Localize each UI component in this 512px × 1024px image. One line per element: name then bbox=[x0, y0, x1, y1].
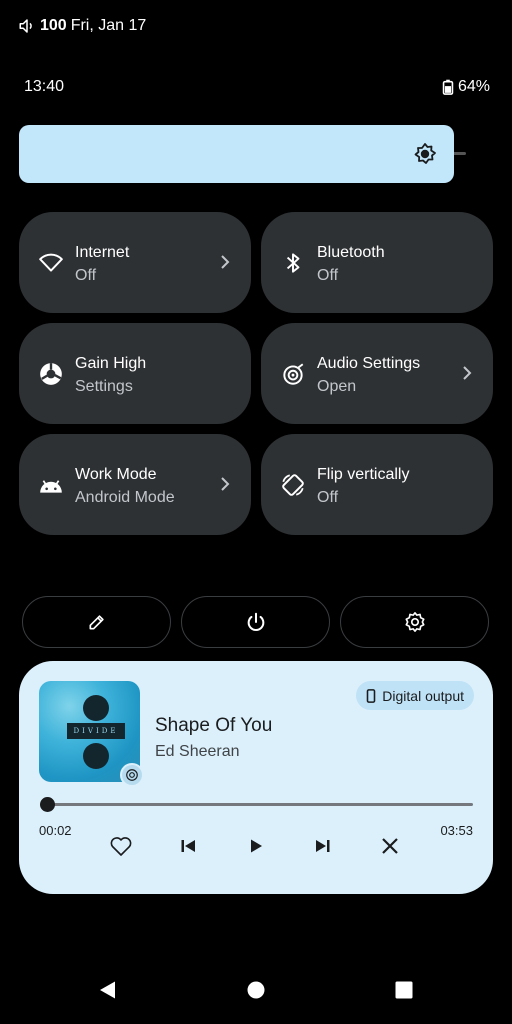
like-button[interactable] bbox=[108, 833, 134, 859]
tile-audio-settings[interactable]: Audio Settings Open bbox=[261, 323, 493, 424]
album-title-text: DIVIDE bbox=[67, 723, 125, 739]
tile-subtitle: Off bbox=[317, 267, 339, 284]
wifi-icon bbox=[39, 253, 63, 272]
play-button[interactable] bbox=[243, 833, 269, 859]
tile-title: Bluetooth bbox=[317, 244, 385, 261]
next-button[interactable] bbox=[310, 833, 336, 859]
tile-internet[interactable]: Internet Off bbox=[19, 212, 251, 313]
edit-button[interactable] bbox=[22, 596, 171, 648]
output-device-label: Digital output bbox=[382, 687, 464, 704]
date-text: Fri, Jan 17 bbox=[70, 17, 147, 34]
status-bar-top: 100 Fri, Jan 17 bbox=[18, 17, 146, 35]
phone-icon bbox=[366, 688, 376, 703]
app-icon bbox=[126, 769, 138, 781]
volume-icon bbox=[19, 19, 32, 33]
tile-subtitle: Open bbox=[317, 378, 357, 395]
power-icon bbox=[247, 612, 264, 631]
home-icon bbox=[247, 981, 265, 999]
source-app-badge bbox=[120, 763, 144, 787]
settings-button[interactable] bbox=[340, 596, 489, 648]
clock: 13:40 bbox=[24, 78, 65, 95]
media-player-card[interactable]: DIVIDE Digital output Shape Of You Ed Sh… bbox=[19, 661, 493, 894]
total-duration: 03:53 bbox=[440, 823, 473, 838]
skip-previous-icon bbox=[181, 840, 195, 852]
nav-recents-button[interactable] bbox=[392, 978, 416, 1002]
close-icon bbox=[382, 838, 398, 854]
rotate-icon bbox=[282, 474, 304, 496]
tile-flip-vertically[interactable]: Flip vertically Off bbox=[261, 434, 493, 535]
play-icon bbox=[251, 839, 262, 853]
audio-settings-icon bbox=[283, 363, 304, 385]
recents-icon bbox=[395, 981, 413, 999]
battery-status: 64% bbox=[442, 78, 490, 96]
tile-subtitle: Android Mode bbox=[75, 489, 175, 506]
artist-name: Ed Sheeran bbox=[155, 743, 240, 760]
brightness-slider[interactable] bbox=[19, 125, 454, 183]
brightness-icon bbox=[414, 143, 436, 164]
tile-title: Audio Settings bbox=[317, 355, 421, 372]
settings-icon bbox=[404, 612, 425, 632]
tile-subtitle: Off bbox=[317, 489, 339, 506]
gain-icon bbox=[40, 363, 62, 385]
nav-home-button[interactable] bbox=[244, 978, 268, 1002]
tile-subtitle: Settings bbox=[75, 378, 133, 395]
dismiss-button[interactable] bbox=[377, 833, 403, 859]
power-button[interactable] bbox=[181, 596, 330, 648]
tile-title: Gain High bbox=[75, 355, 147, 372]
previous-button[interactable] bbox=[175, 833, 201, 859]
seek-thumb[interactable] bbox=[40, 797, 55, 812]
volume-level: 100 bbox=[40, 17, 67, 34]
song-title: Shape Of You bbox=[155, 715, 273, 736]
heart-icon bbox=[110, 837, 132, 856]
elapsed-time: 00:02 bbox=[39, 823, 72, 838]
back-icon bbox=[100, 981, 115, 999]
nav-back-button[interactable] bbox=[96, 978, 120, 1002]
bluetooth-icon bbox=[286, 253, 300, 273]
tile-gain-high[interactable]: Gain High Settings bbox=[19, 323, 251, 424]
tile-title: Work Mode bbox=[75, 466, 157, 483]
tile-work-mode[interactable]: Work Mode Android Mode bbox=[19, 434, 251, 535]
edit-icon bbox=[89, 615, 104, 630]
seek-bar[interactable] bbox=[43, 803, 473, 806]
tile-bluetooth[interactable]: Bluetooth Off bbox=[261, 212, 493, 313]
battery-icon bbox=[442, 79, 454, 95]
tile-title: Internet bbox=[75, 244, 130, 261]
android-icon bbox=[40, 480, 62, 493]
tile-subtitle: Off bbox=[75, 267, 97, 284]
chevron-right-icon bbox=[463, 366, 472, 380]
output-device-chip[interactable]: Digital output bbox=[356, 681, 474, 710]
chevron-right-icon bbox=[221, 477, 230, 491]
battery-percent: 64% bbox=[457, 78, 490, 95]
chevron-right-icon bbox=[221, 255, 230, 269]
tile-title: Flip vertically bbox=[317, 466, 410, 483]
skip-next-icon bbox=[316, 840, 330, 852]
